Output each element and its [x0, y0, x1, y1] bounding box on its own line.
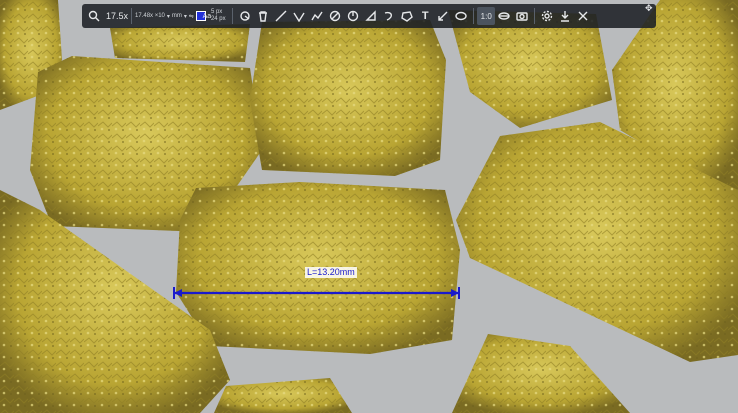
one-to-one-label: 1:0 [480, 11, 492, 21]
zoom-info[interactable]: 17.48x ×10 [135, 13, 165, 19]
arc-icon[interactable] [344, 7, 362, 25]
line-width-label: 5 px [210, 9, 223, 15]
angle-icon[interactable] [290, 7, 308, 25]
one-to-one-button[interactable]: 1:0 [477, 7, 496, 25]
magnification-value: 17.5x [106, 11, 129, 21]
font-label[interactable]: Aa [203, 13, 212, 20]
move-handle-icon[interactable]: ✥ [645, 3, 653, 14]
line-icon[interactable] [272, 7, 290, 25]
gear-icon[interactable] [538, 7, 556, 25]
triangle-icon[interactable] [362, 7, 380, 25]
unit-swap-icon[interactable]: ⇋ [189, 13, 194, 20]
text-icon[interactable]: T [416, 7, 434, 25]
pointer-icon[interactable] [236, 7, 254, 25]
trash-icon[interactable] [254, 7, 272, 25]
chevron-down-icon[interactable]: ▾ [167, 13, 170, 20]
divider [534, 8, 536, 24]
magnification-group: 17.5x [85, 4, 128, 28]
zoom-icon[interactable] [85, 7, 103, 25]
pellet-top-center [250, 20, 446, 176]
download-icon[interactable] [556, 7, 574, 25]
unit-select[interactable]: mm [172, 13, 182, 19]
view-tools: 1:0 [477, 4, 531, 28]
close-icon[interactable] [574, 7, 592, 25]
divider [473, 8, 475, 24]
measurement-toolbar: 17.5x 17.48x ×10 ▾ mm ▾ ⇋ 5 px 24 px Aa … [82, 4, 656, 28]
curve-icon[interactable] [380, 7, 398, 25]
polygon-icon[interactable] [398, 7, 416, 25]
polyline-icon[interactable] [308, 7, 326, 25]
circle-slash-icon[interactable] [326, 7, 344, 25]
measurement-label[interactable]: L=13.20mm [305, 267, 357, 278]
font-size-label: 24 px [210, 16, 226, 22]
divider [131, 8, 133, 24]
divider [232, 8, 234, 24]
microscope-image [0, 0, 738, 413]
text-tool-glyph: T [421, 10, 429, 22]
fit-icon[interactable] [495, 7, 513, 25]
window-tools [538, 4, 592, 28]
style-settings[interactable]: 5 px 24 px [211, 9, 226, 23]
drawing-tools: T [236, 4, 470, 28]
unit-chevron-down-icon[interactable]: ▾ [184, 13, 187, 20]
ellipse-icon[interactable] [452, 7, 470, 25]
arrow-icon[interactable] [434, 7, 452, 25]
camera-icon[interactable] [513, 7, 531, 25]
pellet-top-left-small [110, 24, 250, 62]
